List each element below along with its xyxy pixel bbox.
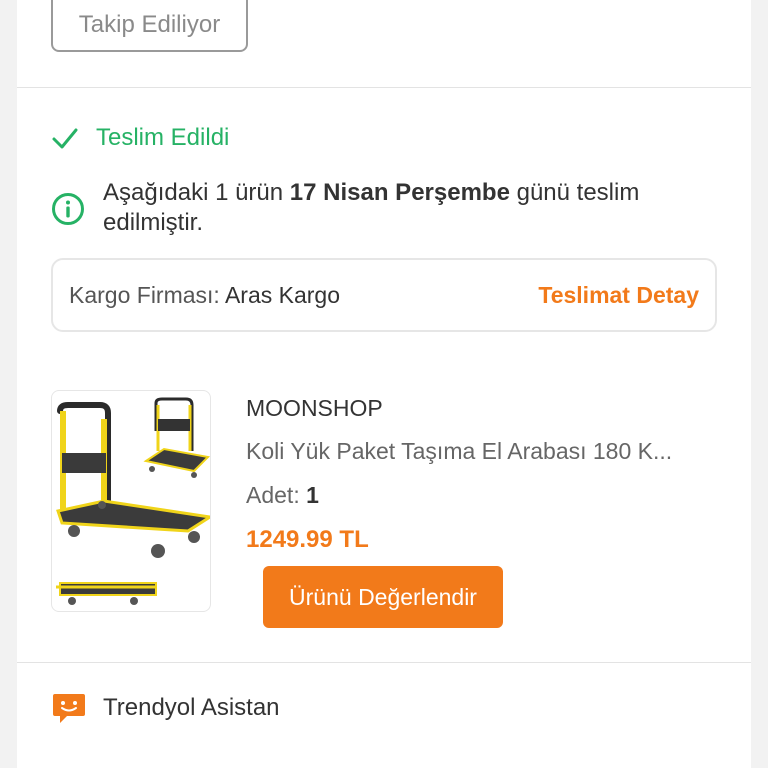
rate-product-button[interactable]: Ürünü Değerlendir [263,566,503,628]
divider [17,662,751,663]
assistant-label: Trendyol Asistan [103,694,280,721]
cargo-company: Aras Kargo [224,281,340,308]
delivery-info: Aşağıdaki 1 ürün 17 Nisan Perşembe günü … [51,178,711,238]
quantity-value: 1 [306,482,319,508]
seller-name[interactable]: MOONSHOP [246,395,383,422]
cargo-info: Kargo Firması: Aras Kargo [69,282,340,309]
info-prefix: Aşağıdaki 1 ürün [103,179,290,206]
divider [17,87,751,88]
product-price: 1249.99 TL [246,526,369,553]
assistant-row[interactable]: Trendyol Asistan [51,692,280,724]
following-button[interactable]: Takip Ediliyor [51,0,248,52]
info-icon [52,193,84,225]
order-card: Takip Ediliyor Teslim Edildi Aşağıdaki 1… [17,0,751,768]
quantity: Adet: 1 [246,482,319,509]
chat-bubble-icon [53,694,85,723]
delivery-date: 17 Nisan Perşembe [289,179,510,206]
cargo-box: Kargo Firması: Aras Kargo Teslimat Detay [51,258,717,332]
checkmark-icon [52,128,78,149]
delivery-status: Teslim Edildi [51,124,229,152]
cargo-label: Kargo Firması: [69,281,225,308]
product-name[interactable]: Koli Yük Paket Taşıma El Arabası 180 K..… [246,438,718,465]
status-text: Teslim Edildi [96,124,230,151]
quantity-label: Adet: [246,482,307,508]
product-image[interactable] [51,390,211,612]
delivery-info-text: Aşağıdaki 1 ürün 17 Nisan Perşembe günü … [103,178,711,238]
delivery-detail-link[interactable]: Teslimat Detay [538,282,699,309]
